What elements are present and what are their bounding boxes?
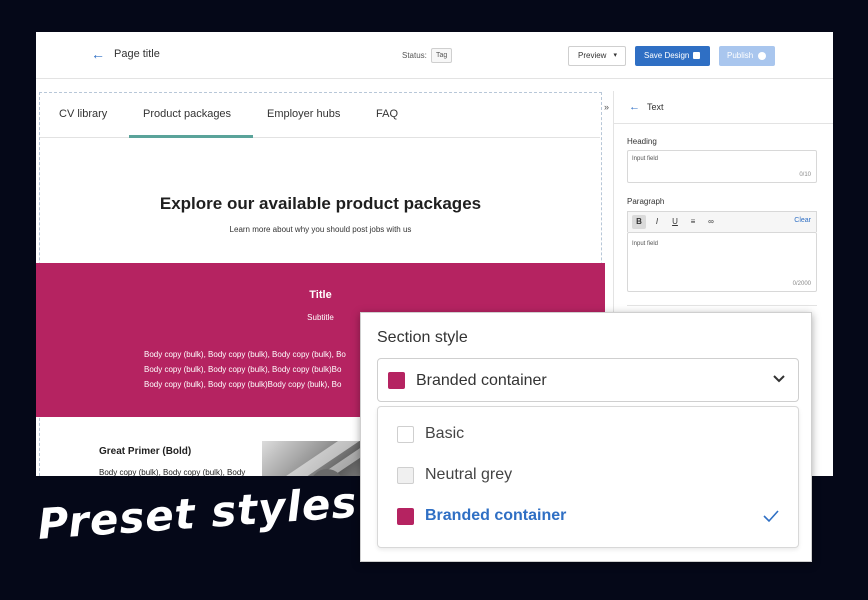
save-icon <box>693 52 700 59</box>
section-style-select[interactable]: Branded container <box>377 358 799 402</box>
hero-subtitle: Learn more about why you should post job… <box>229 225 412 234</box>
paragraph-label: Paragraph <box>627 197 665 206</box>
body-line: Body copy (bulk), Body copy (bulk)Body c… <box>144 380 342 389</box>
italic-button[interactable]: I <box>650 215 664 229</box>
checkmark-icon <box>763 510 779 523</box>
section-style-card: Section style Branded container Basic Ne… <box>360 312 812 562</box>
back-arrow-icon[interactable]: ← <box>629 101 640 113</box>
body-line: Body copy (bulk), Body copy (bulk), Body… <box>144 350 346 359</box>
promo-headline: Preset styles <box>36 477 359 549</box>
divider <box>627 305 817 306</box>
tab-product-packages[interactable]: Product packages <box>143 108 231 120</box>
preview-label: Preview <box>578 51 607 60</box>
body-line: Body copy (bulk), Body copy (bulk), Body… <box>144 365 342 374</box>
status-label: Status: <box>402 51 427 60</box>
tab-bar: CV library Product packages Employer hub… <box>40 94 600 138</box>
content-block-image <box>262 441 362 476</box>
panel-header: ← Text <box>614 91 833 124</box>
paragraph-char-count: 0/2000 <box>792 281 811 287</box>
clear-button[interactable]: Clear <box>794 217 811 224</box>
save-design-button[interactable]: Save Design <box>635 46 710 66</box>
option-label: Neutral grey <box>425 466 513 483</box>
hero-title: Explore our available product packages <box>159 194 482 213</box>
heading-placeholder: Input field <box>632 156 659 162</box>
color-swatch <box>397 426 414 443</box>
chevron-down-icon: ▾ <box>613 52 617 59</box>
bold-button[interactable]: B <box>632 215 646 229</box>
publish-button[interactable]: Publish <box>719 46 775 66</box>
option-neutral-grey[interactable]: Neutral grey <box>378 456 798 496</box>
status-tag: Tag <box>431 48 453 63</box>
heading-char-count: 0/10 <box>799 172 811 178</box>
branded-body: Body copy (bulk), Body copy (bulk), Body… <box>144 347 364 392</box>
paragraph-input[interactable]: Input field 0/2000 <box>627 232 817 292</box>
chevron-down-icon <box>773 375 785 383</box>
color-swatch <box>397 508 414 525</box>
page-title: Page title <box>114 48 160 60</box>
preview-button[interactable]: Preview ▾ <box>568 46 626 66</box>
back-arrow-icon[interactable]: ← <box>91 47 105 61</box>
selected-color-swatch <box>388 372 405 389</box>
option-basic[interactable]: Basic <box>378 415 798 455</box>
collapse-panel-icon[interactable]: » <box>604 102 609 112</box>
section-style-label: Section style <box>377 329 468 346</box>
link-icon[interactable]: ∞ <box>704 215 718 229</box>
paragraph-placeholder: Input field <box>632 241 659 247</box>
section-style-menu: Basic Neutral grey Branded container <box>377 406 799 548</box>
publish-label: Publish <box>727 51 754 60</box>
option-branded-container[interactable]: Branded container <box>378 497 798 537</box>
section-style-value: Branded container <box>416 372 547 389</box>
save-design-label: Save Design <box>644 51 690 60</box>
format-toolbar: B I U ≡ ∞ Clear <box>627 211 817 232</box>
top-bar: ← Page title Status: Tag Preview ▾ Save … <box>36 32 833 79</box>
tab-employer-hubs[interactable]: Employer hubs <box>267 108 340 120</box>
tab-cv-library[interactable]: CV library <box>59 108 107 120</box>
heading-label: Heading <box>627 137 657 146</box>
content-block-body: Body copy (bulk), Body copy (bulk), Body… <box>99 468 246 476</box>
option-label: Branded container <box>425 507 567 524</box>
underline-button[interactable]: U <box>668 215 682 229</box>
list-icon[interactable]: ≡ <box>686 215 700 229</box>
branded-title: Title <box>309 289 332 301</box>
publish-icon <box>758 52 766 60</box>
content-block-title: Great Primer (Bold) <box>99 446 192 457</box>
color-swatch <box>397 467 414 484</box>
tab-faq[interactable]: FAQ <box>376 108 398 120</box>
option-label: Basic <box>425 425 465 442</box>
heading-input[interactable]: Input field 0/10 <box>627 150 817 183</box>
active-tab-indicator <box>129 135 253 138</box>
panel-title: Text <box>647 102 664 112</box>
